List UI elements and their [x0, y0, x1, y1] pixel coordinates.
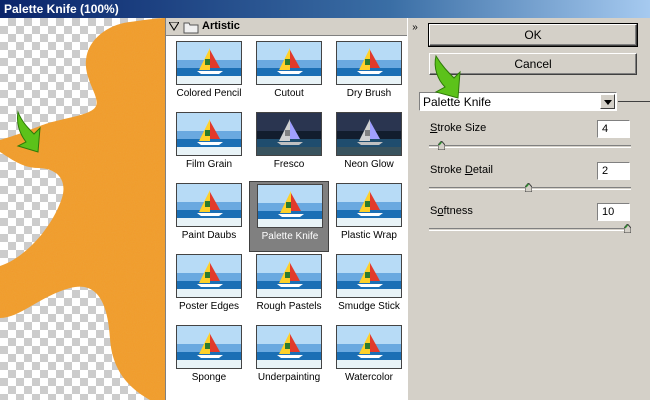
param-label: Stroke Size: [430, 122, 487, 134]
thumbnail-image: [336, 183, 402, 227]
filter-thumb-paint-daubs[interactable]: Paint Daubs: [169, 181, 249, 252]
filter-thumb-label: Neon Glow: [344, 159, 394, 170]
thumbnail-image: [336, 254, 402, 298]
param-value-input[interactable]: 2: [597, 162, 630, 180]
thumbnail-image: [176, 254, 242, 298]
filter-thumb-label: Colored Pencil: [176, 88, 242, 99]
preview-pane[interactable]: [0, 18, 165, 400]
filter-thumb-watercolor[interactable]: Watercolor: [329, 323, 409, 394]
preview-image: [0, 18, 165, 400]
filter-thumb-poster-edges[interactable]: Poster Edges: [169, 252, 249, 323]
category-label: Artistic: [202, 20, 240, 32]
green-arrow-icon: [16, 110, 41, 153]
filter-gallery: Artistic Colored Pencil Cutout Dry Brush Fi…: [165, 18, 409, 400]
window-title: Palette Knife (100%): [4, 2, 119, 16]
filter-thumb-label: Cutout: [274, 88, 304, 99]
thumbnail-image: [256, 254, 322, 298]
filter-thumb-label: Plastic Wrap: [341, 230, 397, 241]
filter-thumb-label: Sponge: [191, 372, 227, 383]
thumbnail-image: [256, 112, 322, 156]
thumbnail-image: [256, 41, 322, 85]
thumbnail-image: [336, 112, 402, 156]
filter-thumb-label: Watercolor: [345, 372, 393, 383]
green-arrow-icon: [434, 54, 461, 99]
thumbnail-image: [257, 184, 323, 228]
param-slider-thumb[interactable]: [524, 182, 533, 193]
filter-thumb-plastic-wrap[interactable]: Plastic Wrap: [329, 181, 409, 252]
category-header[interactable]: Artistic: [166, 18, 408, 36]
thumbnail-image: [336, 325, 402, 369]
filter-thumb-palette-knife[interactable]: Palette Knife: [249, 181, 329, 252]
filter-thumb-label: Paint Daubs: [181, 230, 237, 241]
folder-icon: [183, 22, 199, 34]
filter-thumb-sponge[interactable]: Sponge: [169, 323, 249, 394]
thumbnail-image: [256, 325, 322, 369]
filter-thumb-dry-brush[interactable]: Dry Brush: [329, 39, 409, 110]
filter-thumb-rough-pastels[interactable]: Rough Pastels: [249, 252, 329, 323]
param-slider-thumb[interactable]: [623, 223, 632, 234]
filter-thumb-label: Dry Brush: [346, 88, 392, 99]
controls-panel: » OK Cancel Palette Knife Stroke Size 4 St…: [407, 18, 650, 400]
triangle-down-icon[interactable]: [169, 22, 179, 31]
filter-thumb-fresco[interactable]: Fresco: [249, 110, 329, 181]
thumbnail-image: [336, 41, 402, 85]
thumbnail-image: [176, 41, 242, 85]
filter-thumb-colored-pencil[interactable]: Colored Pencil: [169, 39, 249, 110]
param-slider-track[interactable]: [429, 228, 631, 231]
title-bar: Palette Knife (100%): [0, 0, 650, 18]
filter-thumb-label: Smudge Stick: [338, 301, 400, 312]
filter-thumb-smudge-stick[interactable]: Smudge Stick: [329, 252, 409, 323]
ok-button[interactable]: OK: [428, 23, 638, 47]
filter-thumb-cutout[interactable]: Cutout: [249, 39, 329, 110]
param-slider-thumb[interactable]: [437, 140, 446, 151]
param-slider-track[interactable]: [429, 145, 631, 148]
filter-thumb-neon-glow[interactable]: Neon Glow: [329, 110, 409, 181]
filter-thumb-label: Poster Edges: [178, 301, 240, 312]
double-chevron-icon[interactable]: »: [408, 18, 422, 38]
divider: [618, 101, 650, 102]
thumbnail-image: [176, 183, 242, 227]
filter-thumb-label: Rough Pastels: [256, 301, 322, 312]
filter-thumb-label: Film Grain: [185, 159, 233, 170]
thumbnail-image: [176, 112, 242, 156]
chevron-down-icon[interactable]: [600, 94, 615, 109]
filter-thumb-label: Underpainting: [257, 372, 321, 383]
param-value-input[interactable]: 10: [597, 203, 630, 221]
param-label: Softness: [430, 205, 473, 217]
filter-thumb-film-grain[interactable]: Film Grain: [169, 110, 249, 181]
param-label: Stroke Detail: [430, 164, 493, 176]
filter-thumb-label: Fresco: [273, 159, 305, 170]
filter-thumb-label: Palette Knife: [261, 231, 319, 242]
filter-thumb-underpainting[interactable]: Underpainting: [249, 323, 329, 394]
param-value-input[interactable]: 4: [597, 120, 630, 138]
thumbnail-image: [176, 325, 242, 369]
